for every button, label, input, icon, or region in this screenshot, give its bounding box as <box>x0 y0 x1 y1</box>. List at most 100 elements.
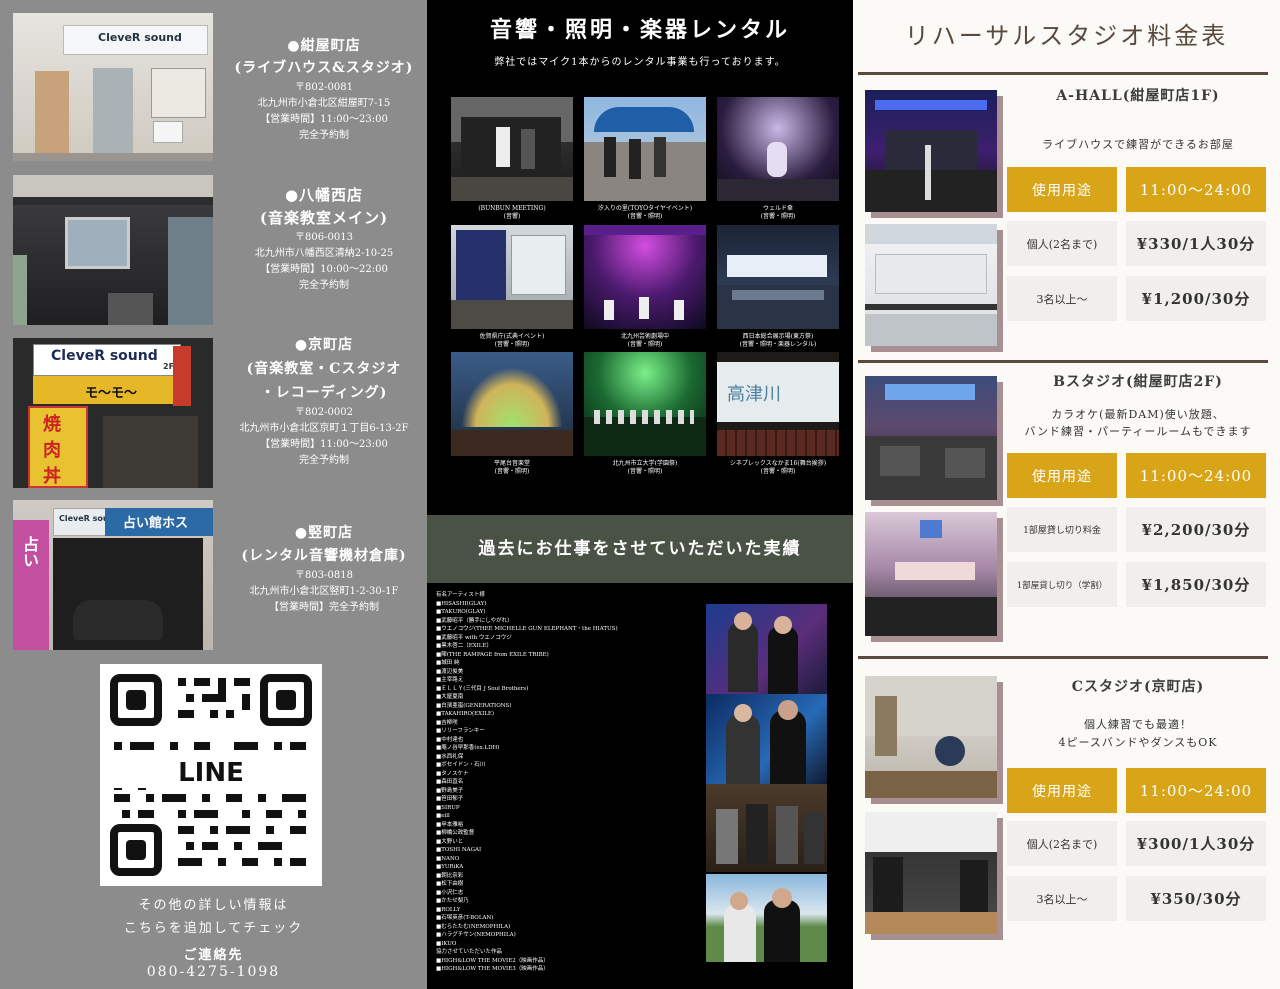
artist-item: ■甲本雅裕 <box>436 821 464 828</box>
artist-item: ■朝比奈彩 <box>436 872 464 879</box>
usage-label: 使用用途 <box>1007 768 1117 813</box>
artist-item: ■タノスケナ <box>436 770 469 777</box>
shop-photo-tatemachi: CleveR sound 占い館ホス 占い <box>13 500 213 650</box>
rate-label: 1部屋貸し切り（学割） <box>1007 562 1117 607</box>
gallery-photo <box>584 97 706 201</box>
gallery-item: 西日本総合展示場(東方祭) (音響・照明・楽器レンタル) <box>717 225 839 349</box>
gallery-photo <box>584 225 706 329</box>
artist-photo-1 <box>706 604 827 694</box>
artist-item: ■石塚英彦(T-BOLAN) <box>436 915 494 921</box>
shop-address: 北九州市小倉北区竪町1-2-30-1F <box>249 586 399 597</box>
artist-item: ■かたせ梨乃 <box>436 898 469 904</box>
gallery-caption-service: (音響・照明) <box>494 341 530 348</box>
room-description: 4ピースバンドやダンスもOK <box>1058 736 1218 749</box>
price-panel: リハーサルスタジオ料金表 A-HALL(紺屋町店1F) ライブハウスで練習ができ… <box>853 0 1280 989</box>
artist-item: ■野島美子 <box>436 787 464 794</box>
shop-hours: 【営業時間】完全予約制 <box>269 602 379 613</box>
line-qr-code[interactable]: LINE <box>100 664 322 886</box>
contact-label: ご連絡先 <box>183 948 244 963</box>
gallery-caption-service: (音響・照明) <box>627 213 663 220</box>
shop-name: ●竪町店 <box>294 525 354 541</box>
gallery-caption: 汐入りの里(TOYOタイヤイベント) <box>597 205 693 212</box>
rate-label: 個人(2名まで) <box>1007 221 1117 266</box>
momo-sign: モ～モ～ <box>85 386 138 401</box>
artist-item: ■白濱亜嵐(GENERATIONS) <box>436 702 512 709</box>
artist-item: ■森田直名 <box>436 779 464 785</box>
gallery-photo <box>451 352 573 456</box>
gallery-photo <box>717 97 839 201</box>
uranai-banner: 占い <box>20 536 39 568</box>
contact-phone[interactable]: 080-4275-1098 <box>0 964 427 980</box>
artist-item: ■ハラグチサン(NEMOPHILA) <box>436 932 516 938</box>
shop-type: (ライブハウス&スタジオ) <box>234 60 414 76</box>
gallery-caption-service: (音響・照明) <box>627 341 663 348</box>
gallery-caption: 北九州市立大学(学園祭) <box>612 460 678 467</box>
artist-photo-2 <box>706 694 827 784</box>
artist-item: ■ROLLY <box>436 906 461 913</box>
shop-type: (音楽教室メイン) <box>259 209 389 227</box>
qr-line-label: LINE <box>100 758 322 788</box>
works-title: 過去にお仕事をさせていただいた実績 <box>427 515 853 583</box>
artist-item: ■ボセイドン・石川 <box>436 762 486 768</box>
gallery-item: 佐賀県庁(式典イベント) (音響・照明) <box>451 225 573 349</box>
artist-item: ■HIGH&LOW THE MOVIE2（映画作品） <box>436 957 549 964</box>
artist-item: ■eill <box>436 813 450 819</box>
gallery-caption: (BUNBUN MEETING) <box>478 205 546 212</box>
artist-item: ■城田 純 <box>436 660 460 666</box>
room-photo-a-hall-2 <box>865 224 997 346</box>
clever-sound-sign: CleveR sound <box>98 31 182 44</box>
artist-item: ■HIGH&LOW THE MOVIE3（映画作品） <box>436 966 549 972</box>
rate-price: ¥330/1人30分 <box>1126 221 1266 266</box>
gallery-caption: 西日本総合展示場(東方祭) <box>742 333 814 340</box>
gallery-item: 北九州市立大学(学園祭) (音響・照明) <box>584 352 706 476</box>
hours: 11:00～24:00 <box>1126 167 1266 212</box>
gallery-item: 汐入りの里(TOYOタイヤイベント) (音響・照明) <box>584 97 706 221</box>
artist-item: ■吉柳咲 <box>436 719 458 726</box>
yakiniku-sign-don: 丼 <box>43 466 61 487</box>
shop-photo-kyomachi: CleveR sound 2F モ～モ～ 焼 肉 丼 <box>13 338 213 488</box>
artist-item: ■水西礼保 <box>436 753 464 760</box>
room-description: カラオケ(最新DAM)使い放題、 <box>1051 408 1225 421</box>
artist-item: ■ＥＬＬＹ(三代目 J Soul Brothers) <box>436 685 529 692</box>
shop-panel: CleveR sound ●紺屋町店 (ライブハウス&スタジオ) 〒802-00… <box>0 0 427 989</box>
rate-price: ¥1,850/30分 <box>1126 562 1266 607</box>
shop-reservation: 完全予約制 <box>299 130 349 141</box>
divider <box>858 360 1268 363</box>
rate-label: 3名以上～ <box>1007 876 1117 921</box>
gallery-item: (BUNBUN MEETING) (音響) <box>451 97 573 221</box>
artist-item: ■中村達也 <box>436 736 464 743</box>
shop-postal: 〒802-0002 <box>295 407 353 418</box>
artist-item: ■大屋夏南 <box>436 694 464 700</box>
rate-label: 個人(2名まで) <box>1007 821 1117 866</box>
usage-label: 使用用途 <box>1007 453 1117 498</box>
yakiniku-sign-yaki: 焼 <box>43 414 61 435</box>
artist-item: ■大野いと <box>436 838 464 845</box>
artist-item: ■ウエノコウジ(THEE MICHELLE GUN ELEPHANT・the H… <box>436 626 618 632</box>
gallery-item: ウェルド傘 (音響・照明) <box>717 97 839 221</box>
room-photo-c-studio <box>865 676 997 798</box>
shop-address: 北九州市小倉北区京町１丁目6-13-2F <box>239 423 409 434</box>
rate-price: ¥350/30分 <box>1126 876 1266 921</box>
artist-item: ■陣(THE RAMPAGE from EXILE TRIBE) <box>436 651 549 658</box>
artist-item: ■むらたたむ(NEMOPHILA) <box>436 923 511 930</box>
shop-hours: 【営業時間】11:00～23:00 <box>260 114 388 125</box>
gallery-caption: シネプレックスなかま16(舞台挨拶) <box>729 460 827 467</box>
artist-item: ■HISASHI(GLAY) <box>436 600 487 607</box>
rate-label: 3名以上～ <box>1007 276 1117 321</box>
rate-price: ¥2,200/30分 <box>1126 507 1266 552</box>
price-title: リハーサルスタジオ料金表 <box>904 22 1229 50</box>
shop-photo-konyamachi: CleveR sound <box>13 13 213 161</box>
rental-subtitle: 弊社ではマイク1本からのレンタル事業も行っております。 <box>494 57 786 68</box>
artist-item: ■TOSHI NAGAI <box>436 847 482 853</box>
divider <box>858 72 1268 75</box>
gallery-photo: 高津川 <box>717 352 839 456</box>
rate-price: ¥300/1人30分 <box>1126 821 1266 866</box>
room-title: Cスタジオ(京町店) <box>1071 679 1205 695</box>
hours: 11:00～24:00 <box>1126 768 1266 813</box>
shop-hours: 【営業時間】11:00～23:00 <box>260 439 388 450</box>
rate-price: ¥1,200/30分 <box>1126 276 1266 321</box>
artist-item: ■NANO <box>436 855 460 862</box>
room-description: ライブハウスで練習ができるお部屋 <box>1042 138 1234 151</box>
qr-finder-top-right <box>260 674 312 726</box>
artist-item: ■松下由樹 <box>436 881 464 887</box>
